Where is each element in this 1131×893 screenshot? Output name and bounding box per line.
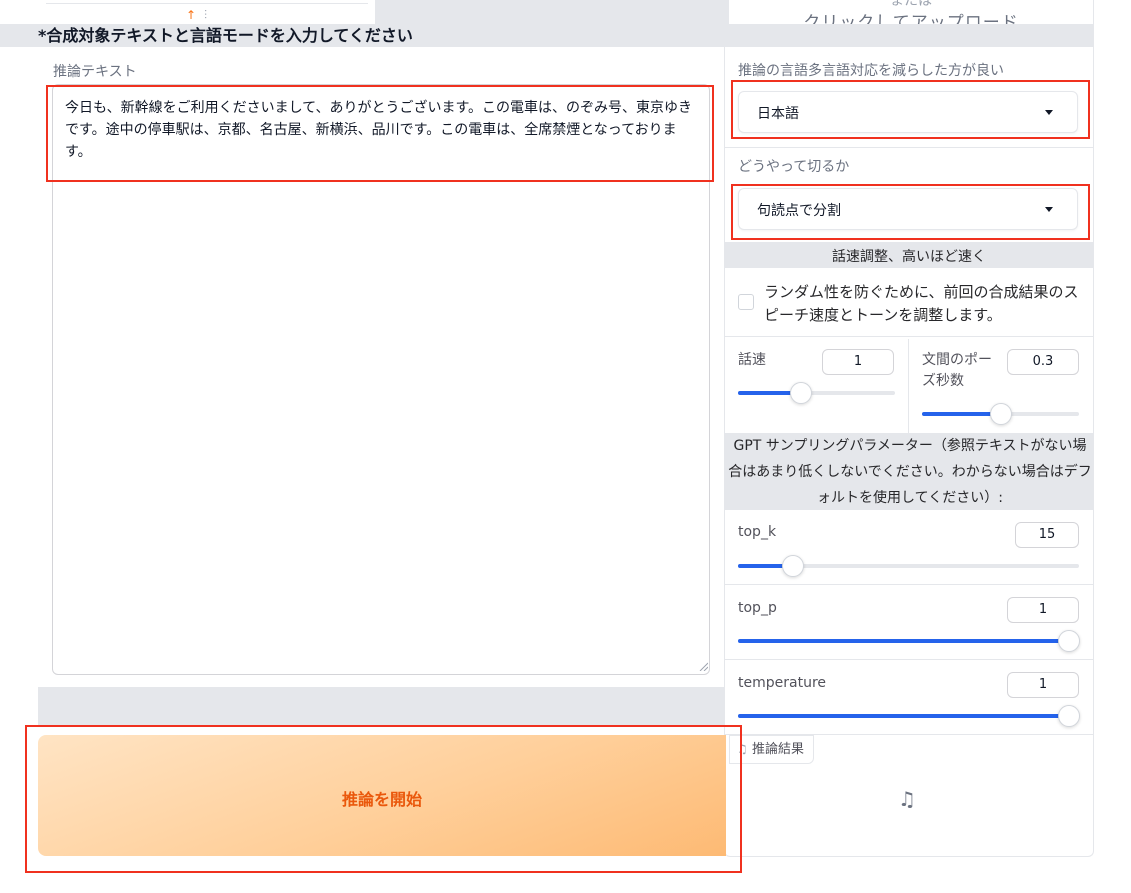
top-k-slider-thumb[interactable] xyxy=(781,555,804,577)
top-gap xyxy=(376,0,728,24)
language-value: 日本語 xyxy=(757,106,799,122)
waveform-icon[interactable]: ⫶ xyxy=(204,8,207,22)
temperature-slider-thumb[interactable] xyxy=(1058,705,1080,727)
divider xyxy=(725,659,1093,660)
top-p-label: top_p xyxy=(738,600,777,616)
start-inference-label[interactable]: 推論を開始 xyxy=(38,786,726,810)
panel-divider xyxy=(46,3,368,4)
temperature-slider-track[interactable] xyxy=(738,714,1069,718)
temperature-number-input[interactable]: 1 xyxy=(1007,672,1079,698)
split-dropdown[interactable]: 句読点で分割 xyxy=(738,188,1078,230)
top-p-slider-fill xyxy=(738,639,1069,643)
language-dropdown[interactable]: 日本語 xyxy=(738,91,1078,133)
pause-label: 文間のポーズ秒数 xyxy=(922,352,992,389)
audio-placeholder-icon: ♫ xyxy=(898,787,916,811)
top-k-number-input[interactable]: 15 xyxy=(1015,522,1079,548)
speed-label: 話速 xyxy=(738,352,766,368)
pause-slider-thumb[interactable] xyxy=(989,403,1012,425)
divider xyxy=(725,336,1093,337)
top-k-label: top_k xyxy=(738,524,777,540)
split-value: 句読点で分割 xyxy=(757,203,841,219)
chevron-down-icon xyxy=(1045,207,1053,212)
random-checkbox-label: ランダム性を防ぐために、前回の合成結果のスピーチ速度とトーンを調整します。 xyxy=(764,283,1079,324)
language-label: 推論の言語多言語対応を減らした方が良い xyxy=(738,63,1004,79)
divider xyxy=(725,147,1093,148)
pause-slider-fill xyxy=(922,412,1001,416)
temperature-label: temperature xyxy=(738,675,826,691)
speed-number-input[interactable]: 1 xyxy=(822,349,894,375)
section-title: *合成対象テキストと言語モードを入力してください xyxy=(38,26,413,45)
music-note-icon: ♫ xyxy=(737,742,748,756)
chevron-down-icon xyxy=(1045,110,1053,115)
gpt-band-text: GPT サンプリングパラメーター（参照テキストがない場合はあまり低くしないでくだ… xyxy=(728,438,1092,506)
inference-text-label: 推論テキスト xyxy=(53,64,137,80)
random-checkbox[interactable] xyxy=(738,294,754,310)
top-p-slider-thumb[interactable] xyxy=(1058,630,1080,652)
inference-text-input[interactable]: 今日も、新幹線をご利用くださいまして、ありがとうございます。この電車は、のぞみ号… xyxy=(52,84,710,675)
upload-click-text[interactable]: クリックしてアップロード xyxy=(729,8,1093,24)
divider xyxy=(908,339,909,434)
upload-arrow-icon[interactable]: ↑ xyxy=(186,8,196,22)
file-upload-dropzone[interactable]: または クリックしてアップロード xyxy=(728,0,1094,24)
speed-band-text: 話速調整、高いほど速く xyxy=(832,249,986,265)
speed-slider-track[interactable] xyxy=(738,391,895,395)
split-label: どうやって切るか xyxy=(738,159,850,175)
top-p-number-input[interactable]: 1 xyxy=(1007,597,1079,623)
pause-number-input[interactable]: 0.3 xyxy=(1007,349,1079,375)
speed-slider-thumb[interactable] xyxy=(789,382,812,404)
temperature-slider-fill xyxy=(738,714,1069,718)
resize-handle-icon[interactable] xyxy=(699,662,708,671)
top-p-slider-track[interactable] xyxy=(738,639,1069,643)
divider xyxy=(725,584,1093,585)
